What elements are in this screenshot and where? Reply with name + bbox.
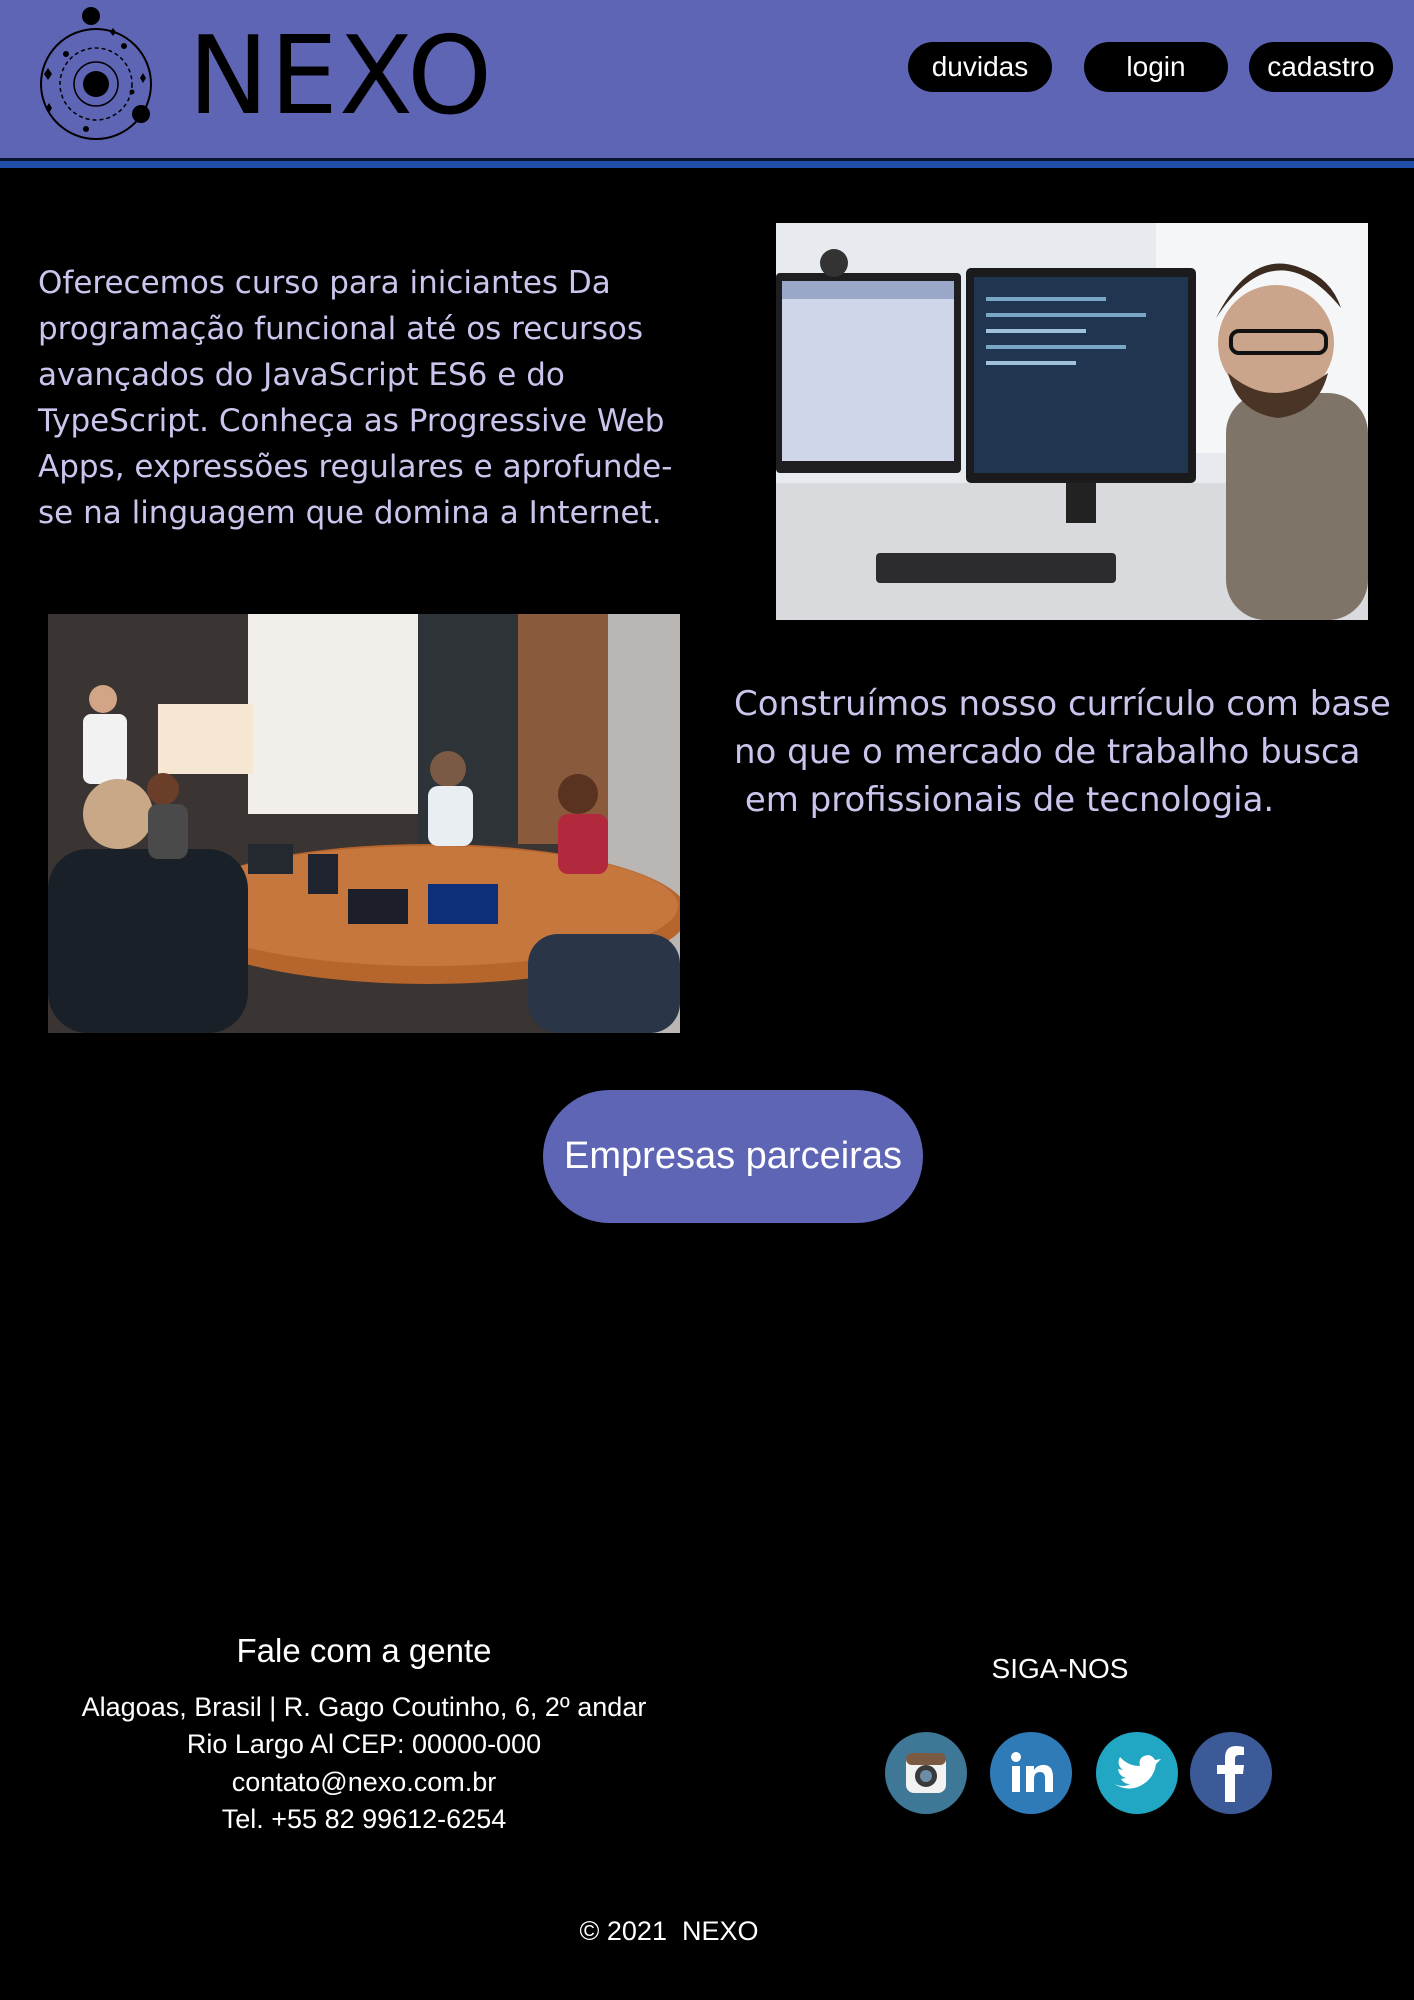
nav-duvidas-button[interactable]: duvidas	[908, 42, 1052, 92]
brand-name: NEXO	[188, 14, 494, 139]
curriculum-paragraph: Construímos nosso currículo com base no …	[734, 684, 1391, 820]
partner-companies-button[interactable]: Empresas parceiras	[543, 1090, 923, 1223]
contact-title: Fale com a gente	[236, 1632, 492, 1669]
nav-login-button[interactable]: login	[1084, 42, 1228, 92]
top-header: NEXO duvidas login cadastro	[0, 0, 1414, 158]
contact-phone: Tel. +55 82 99612-6254	[221, 1804, 507, 1834]
instagram-icon[interactable]	[885, 1732, 967, 1814]
intro-paragraph: Oferecemos curso para iniciantes Da prog…	[38, 265, 673, 531]
facebook-icon[interactable]	[1190, 1732, 1272, 1814]
address-line-1: Alagoas, Brasil | R. Gago Coutinho, 6, 2…	[81, 1692, 647, 1722]
galaxy-orbit-icon	[40, 7, 152, 140]
copyright-notice: © 2021 NEXO	[579, 1916, 759, 1946]
linkedin-icon[interactable]	[990, 1732, 1072, 1814]
twitter-icon[interactable]	[1096, 1732, 1178, 1814]
contact-email[interactable]: contato@nexo.com.br	[40, 1767, 688, 1798]
developer-photo	[776, 223, 1368, 620]
nav-cadastro-button[interactable]: cadastro	[1249, 42, 1393, 92]
address-line-2: Rio Largo Al CEP: 00000-000	[186, 1729, 542, 1759]
classroom-meeting-photo	[48, 614, 680, 1033]
header-divider	[0, 158, 1414, 168]
follow-us-title: SIGA-NOS	[991, 1653, 1129, 1684]
